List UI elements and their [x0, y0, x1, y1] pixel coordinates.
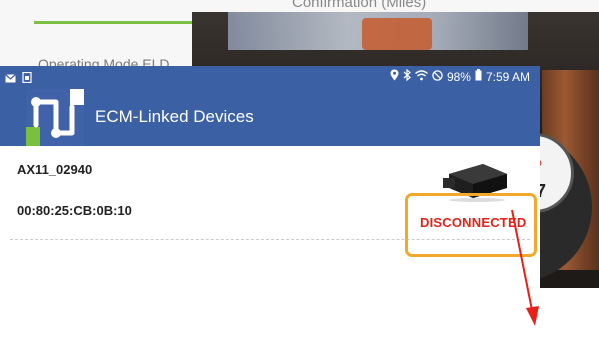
dnd-icon	[432, 69, 443, 84]
status-bar-right: 98% 7:59 AM	[390, 68, 530, 84]
battery-icon	[475, 69, 482, 84]
device-mac-address: 00:80:25:CB:0B:10	[17, 203, 132, 218]
clock: 7:59 AM	[485, 69, 530, 84]
status-bar-left	[5, 70, 32, 88]
app-title: ECM-Linked Devices	[95, 107, 254, 126]
status-bar: 98% 7:59 AM	[0, 66, 540, 88]
screenshot-icon	[22, 70, 32, 88]
bluetooth-icon	[403, 68, 411, 84]
mail-icon	[5, 70, 16, 88]
device-name: AX11_02940	[17, 162, 93, 177]
status-highlight-box	[405, 193, 537, 257]
dashboard-display	[362, 18, 432, 50]
location-icon	[390, 69, 399, 84]
background-heading: Confirmation (Miles)	[292, 0, 427, 11]
app-logo-icon	[26, 89, 84, 146]
wifi-icon	[414, 69, 428, 84]
battery-percent: 98%	[446, 69, 471, 84]
app-bar: ECM-Linked Devices	[0, 88, 540, 146]
